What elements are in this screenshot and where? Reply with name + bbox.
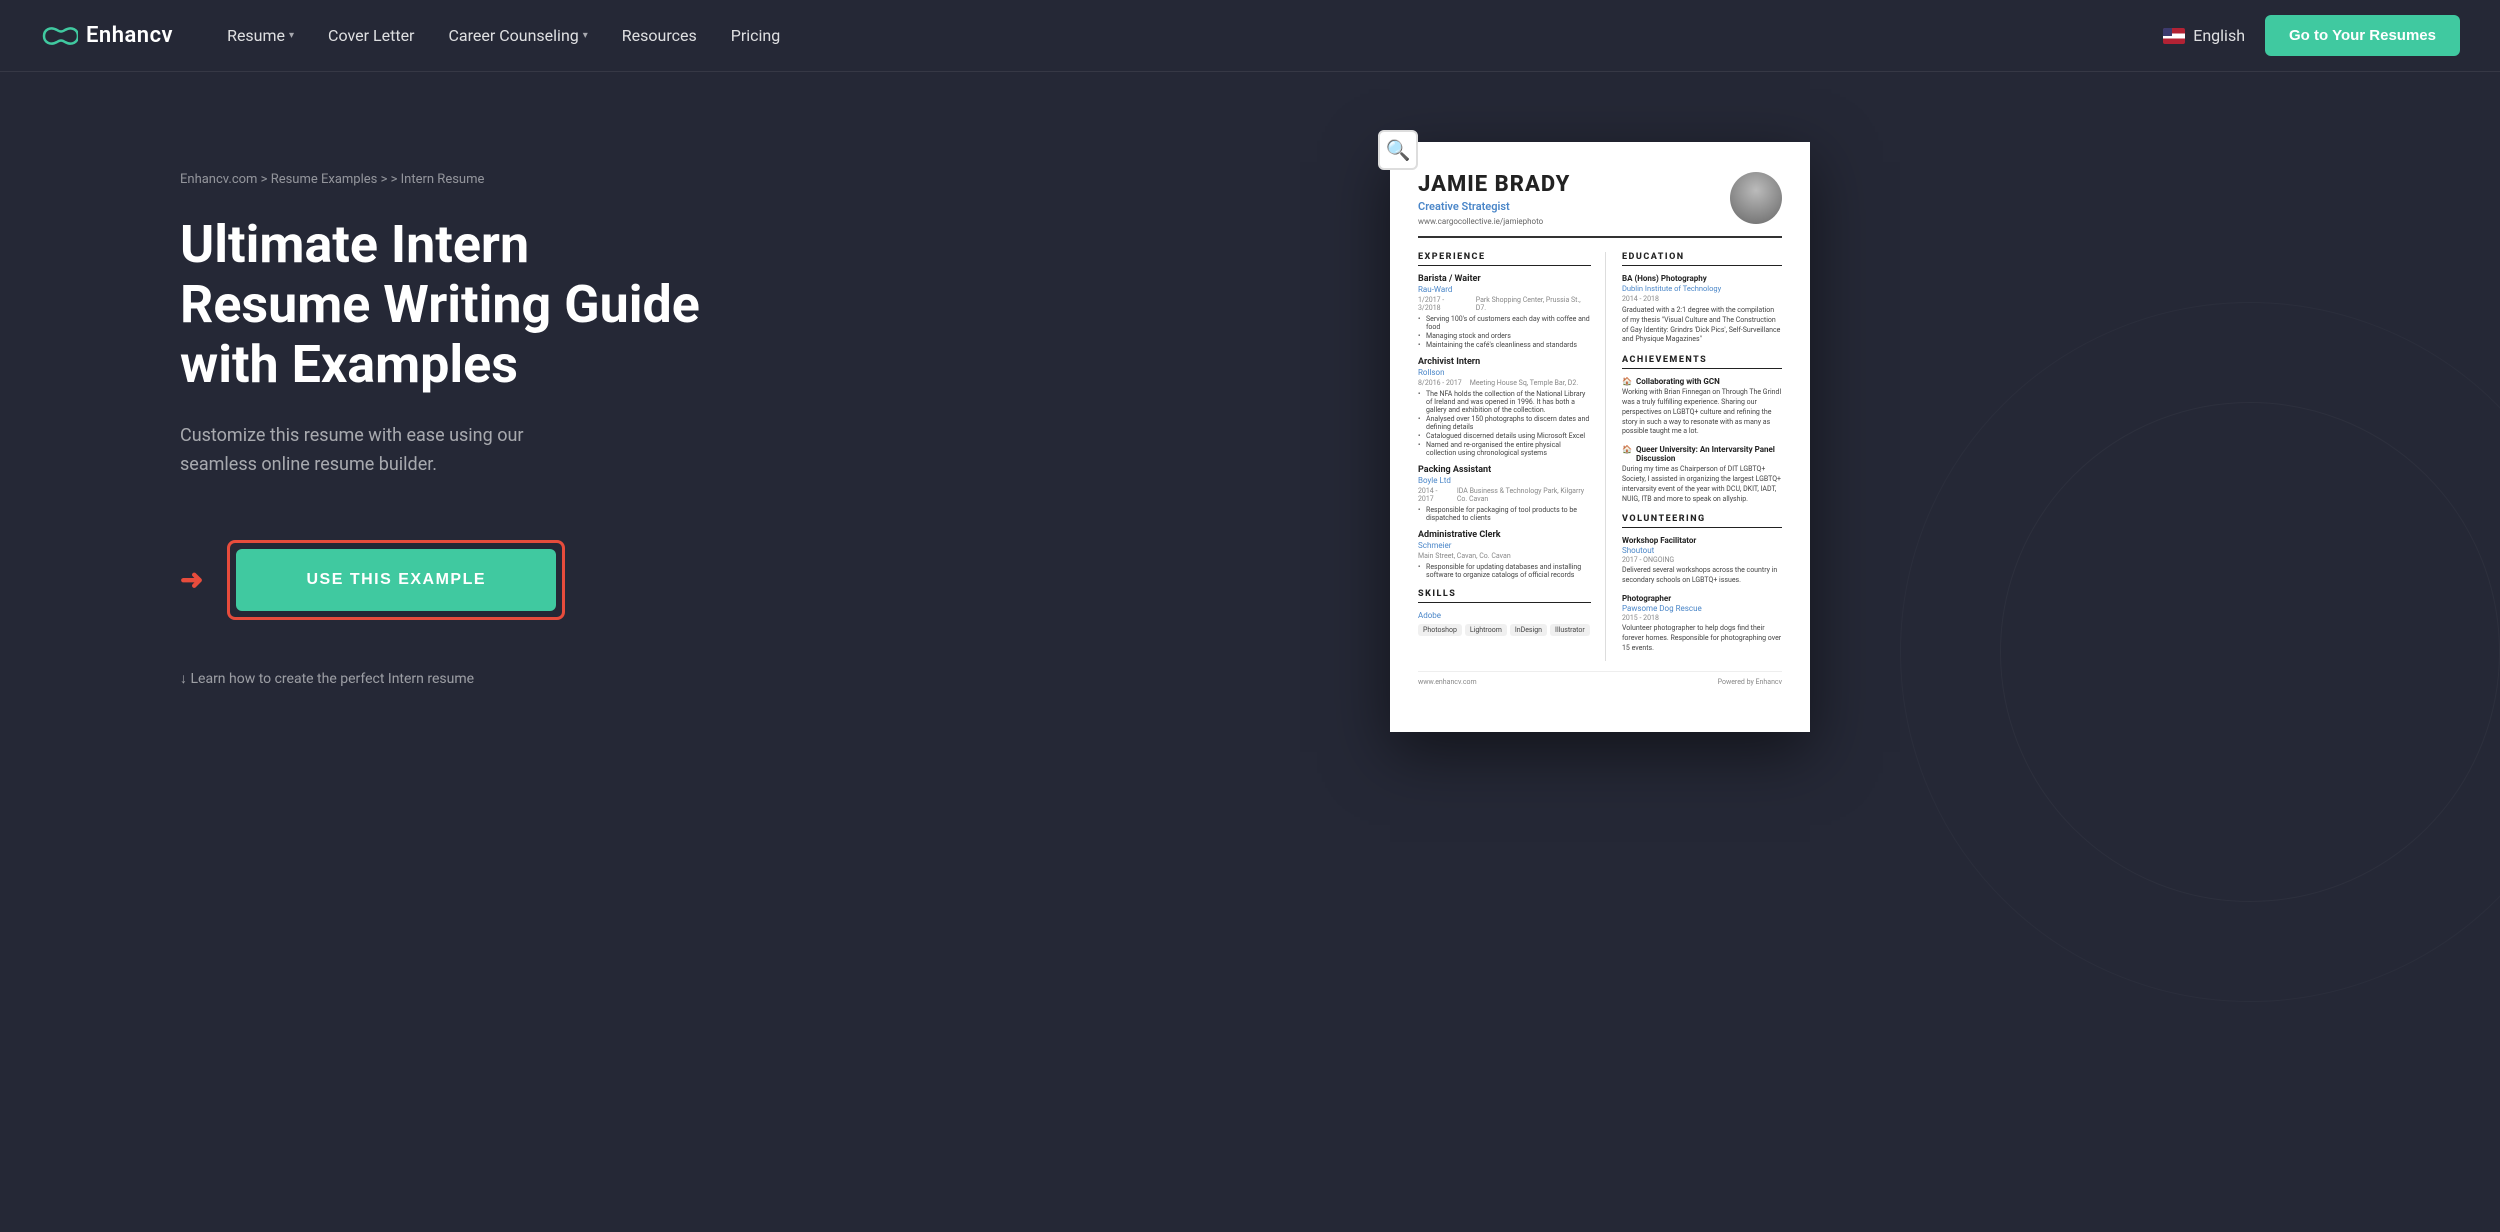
cta-area: ➜ USE THIS EXAMPLE bbox=[180, 540, 700, 620]
resume-body: EXPERIENCE Barista / Waiter Rau-Ward 1/2… bbox=[1418, 252, 1782, 661]
skills-section-title: SKILLS bbox=[1418, 589, 1591, 603]
chevron-down-icon: ▾ bbox=[583, 30, 588, 41]
use-this-example-button[interactable]: USE THIS EXAMPLE bbox=[236, 549, 556, 611]
logo-icon bbox=[40, 24, 78, 48]
right-panel: 🔍 JAMIE BRADY Creative Strategist www.ca… bbox=[780, 132, 2420, 732]
resume-job-title: Creative Strategist bbox=[1418, 200, 1570, 213]
resume-footer: www.enhancv.com Powered by Enhancv bbox=[1418, 671, 1782, 686]
nav-resume[interactable]: Resume ▾ bbox=[213, 18, 308, 53]
breadcrumb: Enhancv.com > Resume Examples > > Intern… bbox=[180, 172, 700, 187]
subtitle: Customize this resume with ease using ou… bbox=[180, 422, 600, 480]
volunteering-section-title: VOLUNTEERING bbox=[1622, 514, 1782, 528]
achievements-section-title: ACHIEVEMENTS bbox=[1622, 355, 1782, 369]
job-barista: Barista / Waiter Rau-Ward 1/2017 - 3/201… bbox=[1418, 274, 1591, 349]
experience-section-title: EXPERIENCE bbox=[1418, 252, 1591, 266]
resume-paper: JAMIE BRADY Creative Strategist www.carg… bbox=[1390, 142, 1810, 732]
go-to-resumes-button[interactable]: Go to Your Resumes bbox=[2265, 15, 2460, 56]
language-selector[interactable]: English bbox=[2163, 26, 2245, 45]
job-archivist: Archivist Intern Rollson 8/2016 - 2017 M… bbox=[1418, 357, 1591, 457]
nav-resources[interactable]: Resources bbox=[608, 18, 711, 53]
volunteer-photographer: Photographer Pawsome Dog Rescue 2015 - 2… bbox=[1622, 594, 1782, 653]
skills-section: Adobe Photoshop Lightroom InDesign Illus… bbox=[1418, 611, 1591, 636]
education-block: BA (Hons) Photography Dublin Institute o… bbox=[1622, 274, 1782, 345]
logo-text: Enhancv bbox=[86, 23, 173, 48]
zoom-button[interactable]: 🔍 bbox=[1378, 130, 1418, 170]
main-content: Enhancv.com > Resume Examples > > Intern… bbox=[0, 72, 2500, 1232]
page-title: Ultimate Intern Resume Writing Guide wit… bbox=[180, 215, 700, 394]
achievement-queer: Queer University: An Intervarsity Panel … bbox=[1622, 445, 1782, 504]
cta-box: USE THIS EXAMPLE bbox=[227, 540, 565, 620]
nav-cover-letter[interactable]: Cover Letter bbox=[314, 18, 428, 53]
chevron-down-icon: ▾ bbox=[289, 30, 294, 41]
volunteer-workshop: Workshop Facilitator Shoutout 2017 - ONG… bbox=[1622, 536, 1782, 586]
resume-website: www.cargocollective.ie/jamiephoto bbox=[1418, 217, 1570, 226]
resume-left-column: EXPERIENCE Barista / Waiter Rau-Ward 1/2… bbox=[1418, 252, 1606, 661]
arrow-icon: ➜ bbox=[180, 563, 203, 596]
flag-us-icon bbox=[2163, 28, 2185, 44]
resume-name: JAMIE BRADY bbox=[1418, 172, 1570, 197]
nav-right: English Go to Your Resumes bbox=[2163, 15, 2460, 56]
nav-links: Resume ▾ Cover Letter Career Counseling … bbox=[213, 18, 2163, 53]
job-admin: Administrative Clerk Schmeier Main Stree… bbox=[1418, 530, 1591, 579]
avatar-image bbox=[1730, 172, 1782, 224]
learn-more-link[interactable]: Learn how to create the perfect Intern r… bbox=[180, 670, 700, 687]
nav-career-counseling[interactable]: Career Counseling ▾ bbox=[434, 18, 601, 53]
resume-name-block: JAMIE BRADY Creative Strategist www.carg… bbox=[1418, 172, 1570, 226]
nav-pricing[interactable]: Pricing bbox=[717, 18, 795, 53]
resume-header: JAMIE BRADY Creative Strategist www.carg… bbox=[1418, 172, 1782, 238]
left-panel: Enhancv.com > Resume Examples > > Intern… bbox=[180, 132, 700, 687]
navbar: Enhancv Resume ▾ Cover Letter Career Cou… bbox=[0, 0, 2500, 72]
resume-preview-container: 🔍 JAMIE BRADY Creative Strategist www.ca… bbox=[1390, 142, 1810, 732]
logo[interactable]: Enhancv bbox=[40, 23, 173, 48]
job-packing: Packing Assistant Boyle Ltd 2014 - 2017 … bbox=[1418, 465, 1591, 522]
achievement-gcn: Collaborating with GCN Working with Bria… bbox=[1622, 377, 1782, 437]
avatar bbox=[1730, 172, 1782, 224]
resume-right-column: EDUCATION BA (Hons) Photography Dublin I… bbox=[1622, 252, 1782, 661]
skill-tags: Photoshop Lightroom InDesign Illustrator bbox=[1418, 624, 1591, 636]
education-section-title: EDUCATION bbox=[1622, 252, 1782, 266]
